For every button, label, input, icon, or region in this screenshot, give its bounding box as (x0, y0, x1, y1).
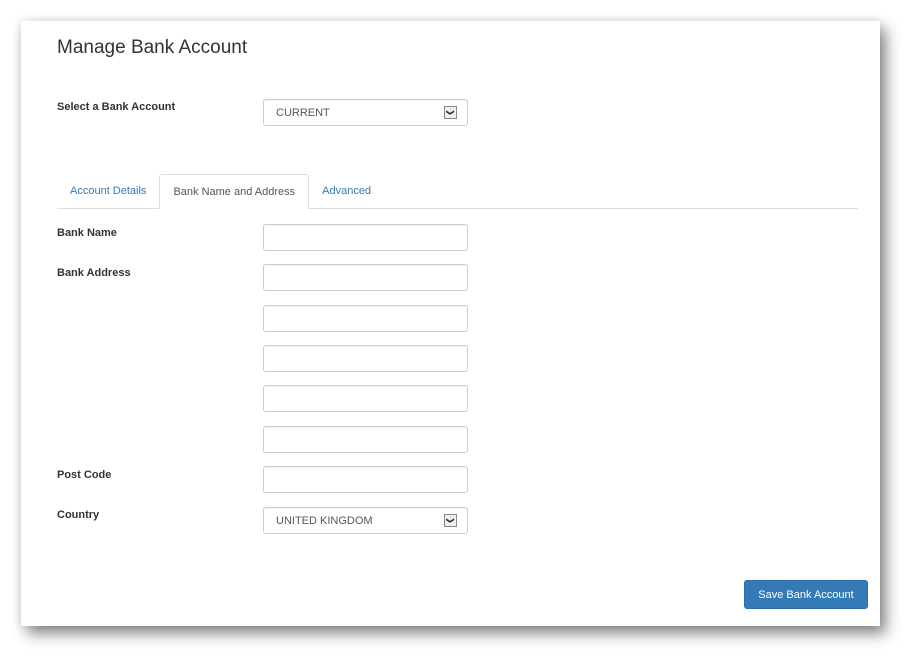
country-select[interactable]: UNITED KINGDOM ❯ (263, 507, 468, 534)
country-select-value: UNITED KINGDOM (276, 514, 373, 527)
bank-address-line-2-input[interactable] (263, 305, 468, 332)
post-code-label: Post Code (57, 469, 112, 481)
bank-account-select-value: CURRENT (276, 106, 330, 119)
bank-name-label: Bank Name (57, 227, 117, 239)
bank-address-line-3-input[interactable] (263, 345, 468, 372)
bank-address-line-5-input[interactable] (263, 426, 468, 453)
bank-account-select[interactable]: CURRENT ❯ (263, 99, 468, 126)
chevron-down-icon[interactable]: ❯ (444, 514, 457, 527)
bank-address-line-1-input[interactable] (263, 264, 468, 291)
bank-address-line-4-input[interactable] (263, 385, 468, 412)
tab-advanced[interactable]: Advanced (309, 174, 384, 208)
save-bank-account-button[interactable]: Save Bank Account (744, 580, 868, 609)
chevron-down-icon[interactable]: ❯ (444, 106, 457, 119)
tab-account-details[interactable]: Account Details (57, 174, 159, 208)
manage-bank-account-panel: Manage Bank Account Select a Bank Accoun… (21, 21, 880, 626)
bank-name-input[interactable] (263, 224, 468, 251)
country-label: Country (57, 509, 100, 521)
post-code-input[interactable] (263, 466, 468, 493)
page-title: Manage Bank Account (57, 37, 248, 58)
bank-address-label: Bank Address (57, 267, 131, 279)
select-bank-account-label: Select a Bank Account (57, 101, 176, 113)
tab-bank-name-and-address[interactable]: Bank Name and Address (159, 174, 310, 209)
tab-bar: Account Details Bank Name and Address Ad… (57, 173, 858, 209)
